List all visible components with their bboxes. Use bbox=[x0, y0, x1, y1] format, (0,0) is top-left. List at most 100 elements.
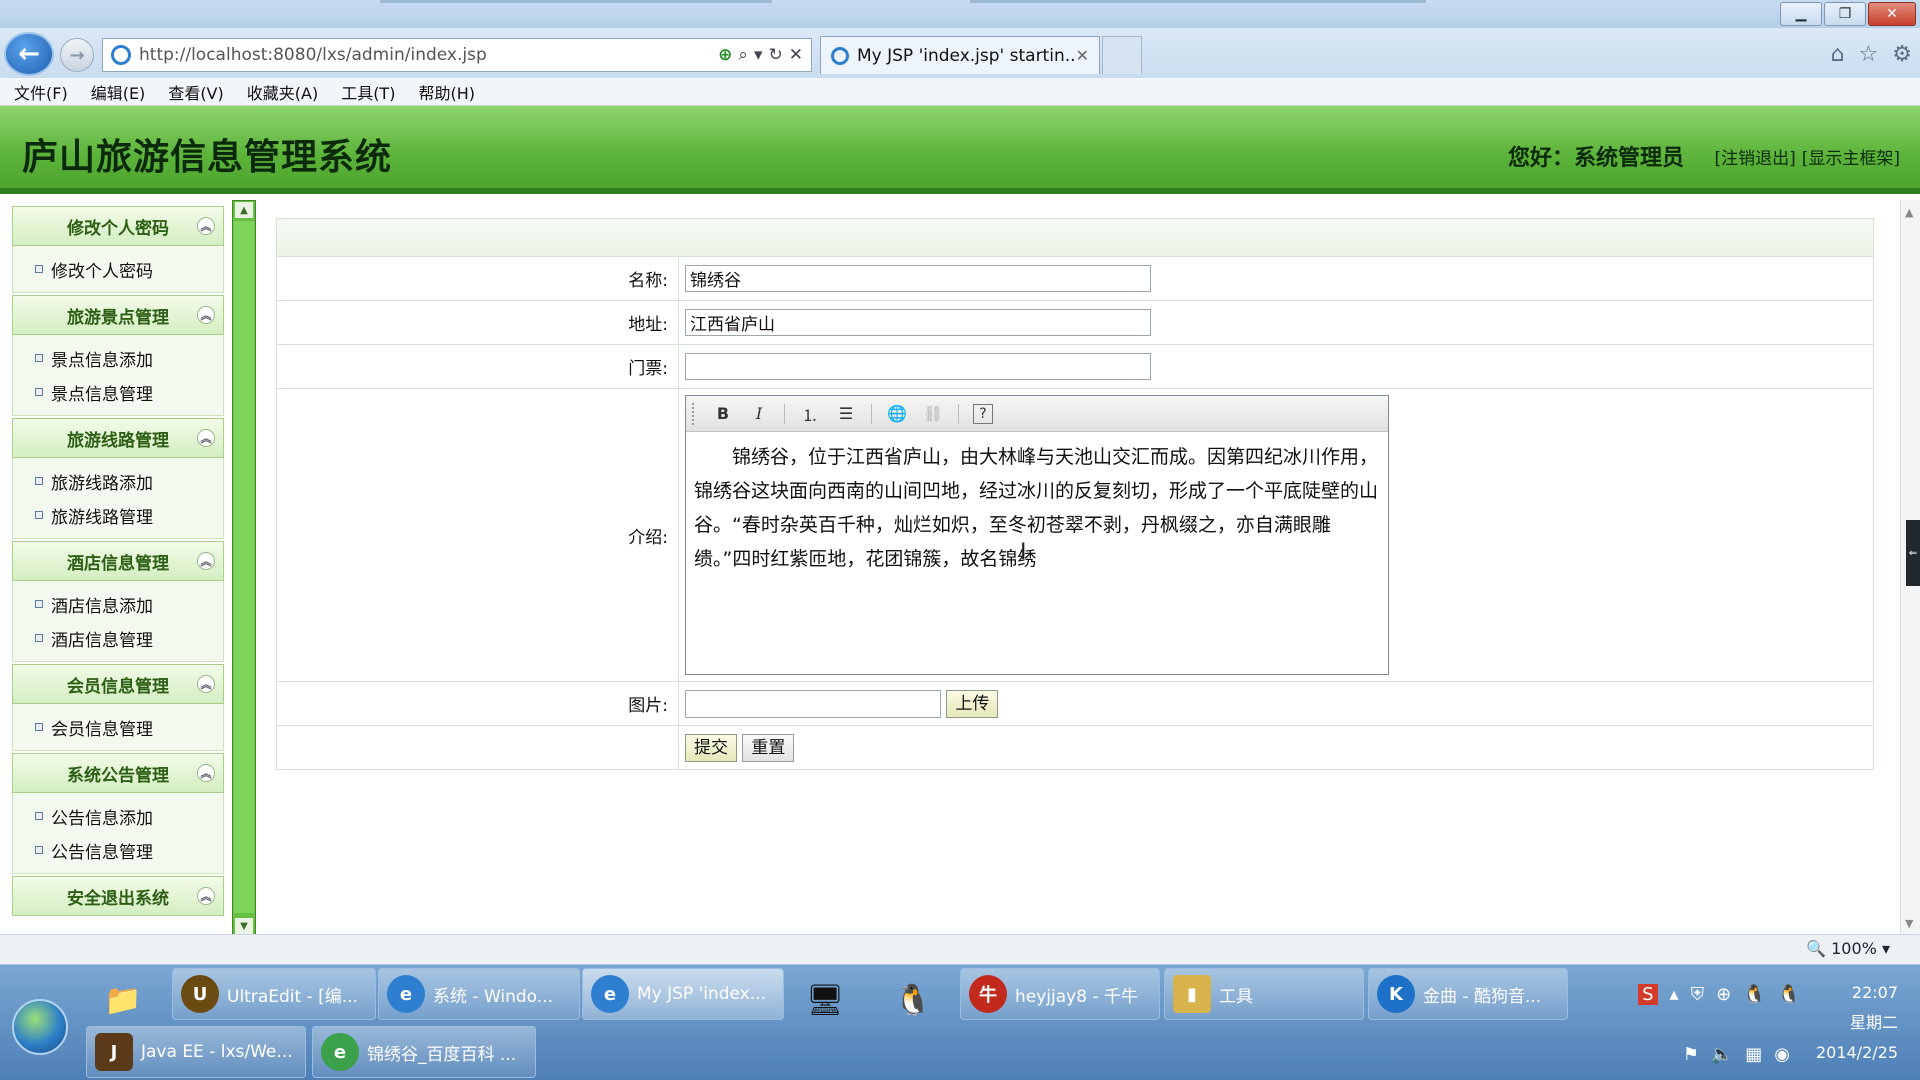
sidebar-item-add-route[interactable]: 旅游线路添加 bbox=[13, 464, 223, 498]
dropdown-icon[interactable]: ▾ bbox=[754, 45, 763, 65]
forward-button[interactable]: → bbox=[60, 38, 94, 72]
explorer-folder-icon[interactable]: 📁 bbox=[98, 974, 148, 1026]
tab-close-icon[interactable]: ✕ bbox=[1076, 46, 1089, 65]
sogou-input-icon[interactable]: S bbox=[1638, 984, 1658, 1005]
scroll-up-icon[interactable]: ▲ bbox=[235, 202, 253, 218]
sidebar-item-manage-hotels[interactable]: 酒店信息管理 bbox=[13, 621, 223, 655]
unordered-list-icon[interactable]: ☰ bbox=[835, 404, 857, 423]
address-input[interactable] bbox=[685, 309, 1151, 336]
address-label: 地址: bbox=[276, 300, 679, 345]
network-computer-icon[interactable]: 🖥 bbox=[800, 974, 850, 1026]
minimize-button[interactable]: ▁ bbox=[1780, 2, 1822, 26]
menu-head-password[interactable]: 修改个人密码 ︽ bbox=[12, 206, 224, 246]
menu-head-notices[interactable]: 系统公告管理 ︽ bbox=[12, 753, 224, 793]
name-input[interactable] bbox=[685, 265, 1151, 292]
home-icon[interactable]: ⌂ bbox=[1831, 42, 1845, 67]
start-button[interactable] bbox=[12, 999, 68, 1055]
task-qianniu[interactable]: 牛 heyjjay8 - 千牛 bbox=[960, 968, 1160, 1020]
security-icon[interactable]: ◉ bbox=[1774, 1044, 1790, 1065]
menu-head-logout[interactable]: 安全退出系统 ︽ bbox=[12, 876, 224, 916]
scrollbar-thumb[interactable] bbox=[234, 221, 254, 913]
qq-penguin-icon[interactable]: 🐧 bbox=[888, 974, 938, 1026]
menu-head-attractions[interactable]: 旅游景点管理 ︽ bbox=[12, 295, 224, 335]
collapse-icon[interactable]: ︽ bbox=[197, 675, 215, 693]
clock[interactable]: 22:07 星期二 2014/2/25 bbox=[1816, 978, 1898, 1068]
scroll-down-icon[interactable]: ▼ bbox=[1905, 917, 1913, 930]
show-hidden-icon[interactable]: ▴ bbox=[1670, 984, 1679, 1005]
collapse-icon[interactable]: ︽ bbox=[197, 887, 215, 905]
link-icon[interactable]: 🌐 bbox=[886, 404, 908, 423]
new-tab-button[interactable] bbox=[1102, 36, 1142, 74]
help-icon[interactable]: ? bbox=[973, 403, 993, 424]
search-icon[interactable]: ⌕ bbox=[738, 45, 748, 65]
menu-head-routes[interactable]: 旅游线路管理 ︽ bbox=[12, 418, 224, 458]
sidebar-item-add-hotel[interactable]: 酒店信息添加 bbox=[13, 587, 223, 621]
sidebar-item-manage-routes[interactable]: 旅游线路管理 bbox=[13, 498, 223, 532]
ordered-list-icon[interactable]: ⒈ bbox=[799, 402, 821, 426]
address-url[interactable]: http://localhost:8080/lxs/admin/index.js… bbox=[139, 45, 718, 65]
sidebar-scrollbar[interactable]: ▲ ▼ bbox=[232, 200, 256, 936]
menu-favorites[interactable]: 收藏夹(A) bbox=[247, 80, 318, 104]
sidebar-item-manage-notices[interactable]: 公告信息管理 bbox=[13, 833, 223, 867]
logout-link[interactable]: [注销退出] bbox=[1714, 144, 1795, 169]
add-icon[interactable]: ⊕ bbox=[1716, 984, 1731, 1005]
scroll-down-icon[interactable]: ▼ bbox=[235, 918, 253, 934]
menu-view[interactable]: 查看(V) bbox=[168, 80, 223, 104]
collapse-icon[interactable]: ︽ bbox=[197, 306, 215, 324]
menu-help[interactable]: 帮助(H) bbox=[418, 80, 475, 104]
menu-head-hotels[interactable]: 酒店信息管理 ︽ bbox=[12, 541, 224, 581]
scroll-up-icon[interactable]: ▲ bbox=[1905, 206, 1913, 219]
editor-content[interactable]: 锦绣谷，位于江西省庐山，由大林峰与天池山交汇而成。因第四纪冰川作用，锦绣谷这块面… bbox=[686, 432, 1388, 576]
task-tools-folder[interactable]: ▮ 工具 bbox=[1164, 968, 1364, 1020]
rich-text-editor[interactable]: B I ⒈ ☰ 🌐 ⛓ ? 锦绣谷，位于江西省庐山，由大林峰与天池山交汇而成。因… bbox=[685, 395, 1389, 675]
submit-button[interactable]: 提交 bbox=[685, 733, 737, 762]
sidebar-item-manage-members[interactable]: 会员信息管理 bbox=[13, 710, 223, 744]
sidebar-item-change-password[interactable]: 修改个人密码 bbox=[13, 252, 223, 286]
address-bar[interactable]: http://localhost:8080/lxs/admin/index.js… bbox=[102, 38, 812, 72]
volume-icon[interactable]: 🔈 bbox=[1711, 1044, 1733, 1065]
bold-icon[interactable]: B bbox=[712, 404, 734, 423]
task-kugou[interactable]: K 金曲 - 酷狗音... bbox=[1368, 968, 1568, 1020]
reset-button[interactable]: 重置 bbox=[742, 733, 795, 762]
browser-tab[interactable]: My JSP 'index.jsp' startin... ✕ bbox=[820, 36, 1100, 74]
back-button[interactable]: ← bbox=[4, 32, 54, 76]
refresh-icon[interactable]: ↻ bbox=[769, 45, 783, 65]
zoom-level[interactable]: 🔍 100% ▾ bbox=[1806, 939, 1890, 958]
unlink-icon[interactable]: ⛓ bbox=[922, 404, 944, 423]
close-window-button[interactable]: ✕ bbox=[1868, 2, 1916, 26]
italic-icon[interactable]: I bbox=[748, 404, 770, 423]
task-baike[interactable]: e 锦绣谷_百度百科 ... bbox=[312, 1026, 536, 1078]
qq-icon[interactable]: 🐧 bbox=[1778, 984, 1800, 1005]
collapse-icon[interactable]: ︽ bbox=[197, 217, 215, 235]
collapse-icon[interactable]: ︽ bbox=[197, 552, 215, 570]
stop-icon[interactable]: ✕ bbox=[789, 45, 803, 65]
collapse-icon[interactable]: ︽ bbox=[197, 764, 215, 782]
sidebar-item-add-notice[interactable]: 公告信息添加 bbox=[13, 799, 223, 833]
collapse-icon[interactable]: ︽ bbox=[197, 429, 215, 447]
kugou-icon: K bbox=[1377, 975, 1415, 1013]
gear-icon[interactable]: ⚙ bbox=[1892, 42, 1912, 67]
task-ultraedit[interactable]: U UltraEdit - [编... bbox=[172, 968, 376, 1020]
ticket-input[interactable] bbox=[685, 353, 1151, 380]
restore-button[interactable]: ❐ bbox=[1824, 2, 1866, 26]
menu-group-members: 会员信息管理 ︽ 会员信息管理 bbox=[12, 664, 224, 751]
menu-file[interactable]: 文件(F) bbox=[14, 80, 68, 104]
menu-tools[interactable]: 工具(T) bbox=[341, 80, 395, 104]
menu-head-members[interactable]: 会员信息管理 ︽ bbox=[12, 664, 224, 704]
task-eclipse[interactable]: J Java EE - lxs/We... bbox=[86, 1026, 306, 1078]
add-icon[interactable]: ⊕ bbox=[718, 45, 732, 65]
side-panel-handle[interactable]: ⇐ bbox=[1906, 520, 1920, 586]
menu-edit[interactable]: 编辑(E) bbox=[91, 80, 146, 104]
sidebar-item-manage-attractions[interactable]: 景点信息管理 bbox=[13, 375, 223, 409]
network-icon[interactable]: ▦ bbox=[1745, 1044, 1762, 1065]
image-path-input[interactable] bbox=[685, 689, 941, 718]
task-ie-myjsp[interactable]: e My JSP 'index... bbox=[582, 968, 784, 1020]
favorites-star-icon[interactable]: ☆ bbox=[1859, 42, 1879, 67]
upload-button[interactable]: 上传 bbox=[946, 689, 999, 718]
shield-icon[interactable]: ⛨ bbox=[1691, 984, 1705, 1005]
sidebar-item-add-attraction[interactable]: 景点信息添加 bbox=[13, 341, 223, 375]
task-ie-system[interactable]: e 系统 - Windo... bbox=[378, 968, 580, 1020]
flag-icon[interactable]: ⚑ bbox=[1683, 1044, 1699, 1065]
show-frame-link[interactable]: [显示主框架] bbox=[1802, 144, 1900, 169]
qq-icon[interactable]: 🐧 bbox=[1743, 984, 1765, 1005]
